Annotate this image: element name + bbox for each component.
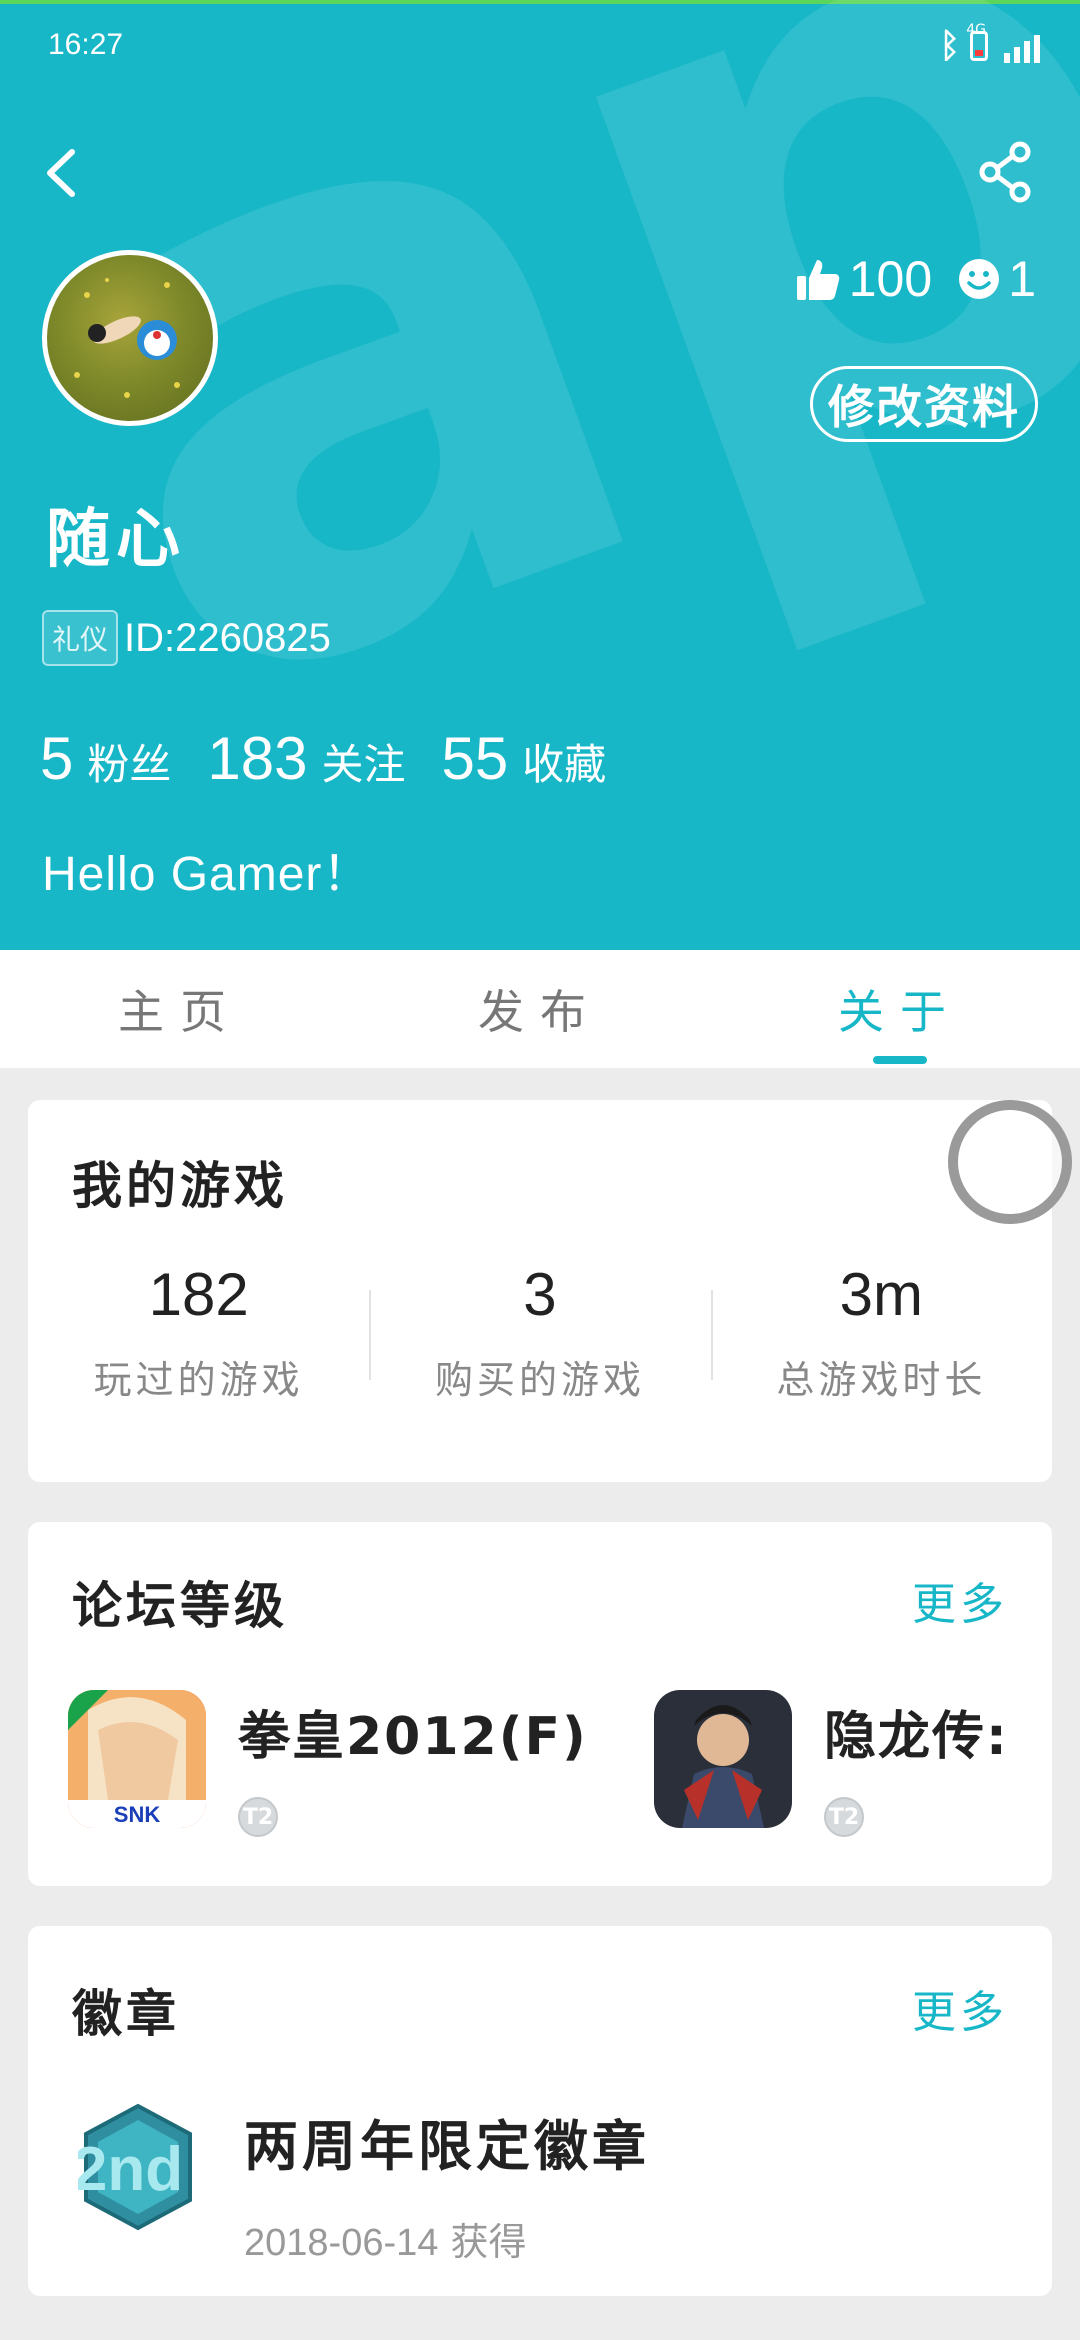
followers-count[interactable]: 5 粉丝 bbox=[40, 724, 171, 793]
badge-date: 2018-06-14 获得 bbox=[244, 2211, 650, 2266]
badge-date-suffix: 获得 bbox=[450, 2220, 527, 2264]
smile-icon bbox=[959, 259, 1000, 299]
my-games-title: 我的游戏 bbox=[72, 1157, 288, 1215]
anniversary-badge-icon: 2nd bbox=[78, 2103, 192, 2231]
avatar[interactable] bbox=[42, 250, 218, 426]
network-label: 4G bbox=[966, 22, 986, 38]
id-row: 礼仪 ID:2260825 bbox=[42, 610, 331, 666]
svg-text:SNK: SNK bbox=[114, 1802, 161, 1827]
like-stats: 100 1 bbox=[795, 250, 1036, 308]
share-icon bbox=[979, 141, 1031, 203]
favorites-number: 55 bbox=[441, 725, 509, 792]
followers-number: 5 bbox=[40, 725, 74, 792]
status-bar: 16:27 ᛒ 4G bbox=[0, 20, 1080, 80]
user-tag-badge: 礼仪 bbox=[42, 610, 119, 666]
bluetooth-icon: ᛒ bbox=[939, 26, 960, 66]
tab-home[interactable]: 主页 bbox=[0, 950, 360, 1068]
purchased-games-stat[interactable]: 3 购买的游戏 bbox=[369, 1260, 710, 1404]
floating-assist-button[interactable] bbox=[948, 1100, 1072, 1224]
back-button[interactable] bbox=[38, 138, 88, 208]
follow-counts: 5 粉丝 183 关注 55 收藏 bbox=[40, 724, 606, 793]
badge-item[interactable]: 2nd 两周年限定徽章 2018-06-14 获得 bbox=[78, 2102, 650, 2266]
play-time-stat[interactable]: 3m 总游戏时长 bbox=[710, 1260, 1052, 1404]
forum-item[interactable]: 隐龙传: T2 bbox=[654, 1690, 1009, 1837]
badges-card: 徽章 更多 2nd 两周年限定徽章 2018-06-14 获得 bbox=[28, 1926, 1052, 2296]
forum-level-title: 论坛等级 bbox=[72, 1577, 288, 1635]
user-id: ID:2260825 bbox=[124, 615, 331, 660]
profile-tabs: 主页 发布 关于 bbox=[0, 950, 1080, 1068]
favorites-label: 收藏 bbox=[522, 740, 607, 789]
tab-posts[interactable]: 发布 bbox=[360, 950, 720, 1068]
top-progress-line bbox=[0, 0, 1080, 4]
played-games-number: 182 bbox=[148, 1261, 249, 1328]
badges-more-link[interactable]: 更多 bbox=[912, 1976, 1008, 2040]
badge-name: 两周年限定徽章 bbox=[244, 2115, 650, 2178]
signal-icon bbox=[1004, 29, 1040, 63]
status-time: 16:27 bbox=[48, 28, 124, 61]
forum-level-card: 论坛等级 更多 SNK 拳皇2012(F) T2 隐龙传: T2 bbox=[28, 1522, 1052, 1886]
level-badge-icon: T2 bbox=[824, 1797, 864, 1837]
games-stats: 182 玩过的游戏 3 购买的游戏 3m 总游戏时长 bbox=[28, 1260, 1052, 1404]
dragon-game-icon bbox=[654, 1690, 792, 1828]
avatar-image bbox=[74, 278, 180, 398]
play-time-number: 3m bbox=[839, 1261, 923, 1328]
forum-game-name: 拳皇2012(F) bbox=[238, 1707, 588, 1767]
purchased-games-label: 购买的游戏 bbox=[434, 1358, 645, 1402]
play-time-label: 总游戏时长 bbox=[776, 1358, 987, 1402]
level-badge-icon: T2 bbox=[238, 1797, 278, 1837]
smiles-stat[interactable]: 1 bbox=[958, 250, 1036, 308]
likes-count: 100 bbox=[848, 251, 933, 307]
played-games-label: 玩过的游戏 bbox=[93, 1358, 304, 1402]
kof-game-icon: SNK bbox=[68, 1690, 206, 1828]
profile-header: apTa 16:27 ᛒ 4G 100 1 修改资料 随心 礼仪 ID:2260… bbox=[0, 0, 1080, 950]
user-bio: Hello Gamer！ bbox=[42, 848, 372, 901]
following-label: 关注 bbox=[321, 740, 406, 789]
edit-profile-button[interactable]: 修改资料 bbox=[810, 366, 1038, 442]
forum-game-name: 隐龙传: bbox=[824, 1707, 1009, 1767]
smiles-count: 1 bbox=[1008, 251, 1036, 307]
following-number: 183 bbox=[207, 725, 308, 792]
svg-text:2nd: 2nd bbox=[78, 2135, 183, 2204]
share-button[interactable] bbox=[976, 140, 1036, 204]
favorites-count[interactable]: 55 收藏 bbox=[442, 724, 607, 793]
following-count[interactable]: 183 关注 bbox=[207, 724, 405, 793]
thumbs-up-icon bbox=[796, 260, 840, 300]
username: 随心 bbox=[46, 503, 186, 577]
likes-stat[interactable]: 100 bbox=[795, 250, 932, 308]
badges-title: 徽章 bbox=[72, 1985, 180, 2043]
followers-label: 粉丝 bbox=[87, 740, 172, 789]
badge-date-value: 2018-06-14 bbox=[244, 2222, 439, 2264]
tab-about[interactable]: 关于 bbox=[720, 950, 1080, 1068]
played-games-stat[interactable]: 182 玩过的游戏 bbox=[28, 1260, 369, 1404]
chevron-left-icon bbox=[47, 149, 75, 197]
forum-item[interactable]: SNK 拳皇2012(F) T2 bbox=[68, 1690, 588, 1837]
status-icons: ᛒ 4G bbox=[939, 22, 1040, 66]
my-games-card: 我的游戏 182 玩过的游戏 3 购买的游戏 3m 总游戏时长 bbox=[28, 1100, 1052, 1482]
forum-more-link[interactable]: 更多 bbox=[912, 1568, 1008, 1632]
purchased-games-number: 3 bbox=[523, 1261, 557, 1328]
